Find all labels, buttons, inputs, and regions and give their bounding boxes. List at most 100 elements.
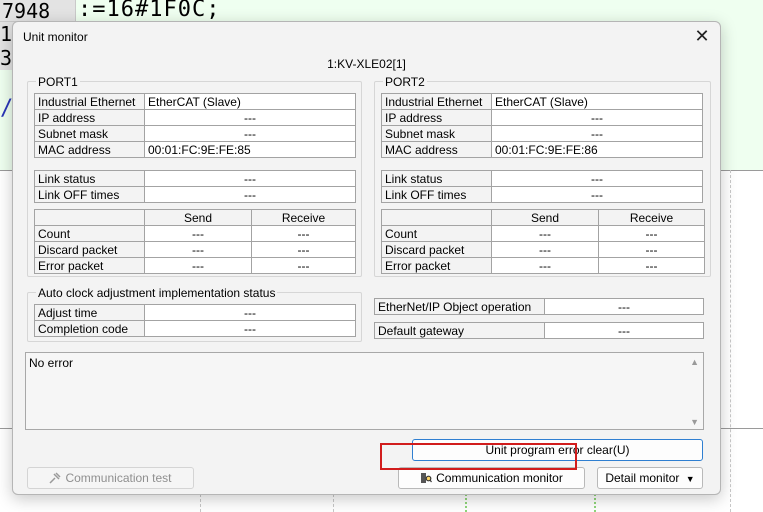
stats-label: Discard packet [34, 241, 145, 258]
line-number-cell: 7948 [0, 0, 76, 22]
highlight-box [380, 443, 577, 470]
default-gateway-label: Default gateway [374, 322, 545, 339]
row-value: --- [144, 170, 356, 187]
row-value: 00:01:FC:9E:FE:85 [144, 141, 356, 158]
port2-stats-table: Send Receive Count --- --- Discard packet --… [381, 209, 705, 274]
table-row: MAC address 00:01:FC:9E:FE:85 [34, 141, 356, 158]
table-row: Industrial Ethernet EtherCAT (Slave) [34, 93, 356, 110]
unit-monitor-dialog: Unit monitor ✕ 1:KV-XLE02[1] PORT1 Indus… [12, 21, 721, 495]
row-value: --- [491, 109, 703, 126]
row-label: Subnet mask [34, 125, 145, 142]
port2-stats-rows: Count --- --- Discard packet --- --- Error pac… [381, 225, 705, 274]
stats-send: --- [491, 225, 599, 242]
stats-receive: --- [598, 225, 705, 242]
table-row: Industrial Ethernet EtherCAT (Slave) [381, 93, 703, 110]
table-row: Discard packet --- --- [34, 241, 356, 258]
table-row: Count --- --- [34, 225, 356, 242]
table-row: Error packet --- --- [34, 257, 356, 274]
row-label: IP address [381, 109, 492, 126]
port1-stats-table: Send Receive Count --- --- Discard packet --… [34, 209, 356, 274]
stats-send: --- [491, 241, 599, 258]
port2-link-table: Link status --- Link OFF times --- [381, 170, 703, 203]
row-value: 00:01:FC:9E:FE:86 [491, 141, 703, 158]
stats-receive: --- [598, 241, 705, 258]
communication-test-icon [49, 470, 61, 484]
communication-test-button[interactable]: Communication test [27, 467, 194, 489]
dialog-title: Unit monitor [23, 30, 88, 44]
row-label: Link status [34, 170, 145, 187]
stats-send: --- [144, 241, 252, 258]
port2-info-rows: Industrial Ethernet EtherCAT (Slave) IP ad… [381, 93, 703, 158]
ethernet-ip-label: EtherNet/IP Object operation [374, 298, 545, 315]
table-row: IP address --- [34, 109, 356, 126]
row-value: --- [144, 304, 356, 321]
stats-header-send: Send [144, 209, 252, 226]
code-line: :=16#1F0C; [78, 0, 221, 22]
auto-clock-rows: Adjust time --- Completion code --- [34, 304, 356, 337]
port2-link-rows: Link status --- Link OFF times --- [381, 170, 703, 203]
row-label: Industrial Ethernet [381, 93, 492, 110]
table-row: Count --- --- [381, 225, 705, 242]
stats-header-receive: Receive [251, 209, 356, 226]
scroll-up-icon[interactable]: ▲ [690, 357, 699, 367]
stats-send: --- [144, 257, 252, 274]
stats-header-receive: Receive [598, 209, 705, 226]
row-value: --- [491, 170, 703, 187]
row-label: MAC address [381, 141, 492, 158]
title-bar[interactable]: Unit monitor ✕ [13, 22, 720, 52]
row-label: Completion code [34, 320, 145, 337]
table-row: Link OFF times --- [381, 186, 703, 203]
row-value: --- [144, 186, 356, 203]
table-row: Link status --- [381, 170, 703, 187]
port1-link-table: Link status --- Link OFF times --- [34, 170, 356, 203]
port1-title: PORT1 [36, 75, 80, 89]
stats-label: Error packet [34, 257, 145, 274]
grid-line [730, 170, 731, 512]
close-button[interactable]: ✕ [690, 26, 714, 48]
port1-group: PORT1 Industrial Ethernet EtherCAT (Slave… [27, 75, 362, 277]
table-row: IP address --- [381, 109, 703, 126]
stats-header-blank [34, 209, 145, 226]
stats-send: --- [144, 225, 252, 242]
communication-monitor-button[interactable]: Communication monitor [398, 467, 585, 489]
stats-header-send: Send [491, 209, 599, 226]
row-label: IP address [34, 109, 145, 126]
port1-stats-rows: Count --- --- Discard packet --- --- Error pac… [34, 225, 356, 274]
detail-monitor-label: Detail monitor [605, 471, 680, 485]
row-value: --- [491, 125, 703, 142]
row-label: Subnet mask [381, 125, 492, 142]
row-label: Adjust time [34, 304, 145, 321]
stats-receive: --- [251, 257, 356, 274]
auto-clock-group: Auto clock adjustment implementation sta… [27, 286, 362, 342]
stats-label: Count [34, 225, 145, 242]
row-label: Link OFF times [34, 186, 145, 203]
table-row: Adjust time --- [34, 304, 356, 321]
port2-info-table: Industrial Ethernet EtherCAT (Slave) IP ad… [381, 93, 703, 158]
stats-send: --- [491, 257, 599, 274]
scroll-down-icon[interactable]: ▼ [690, 417, 699, 427]
row-value: --- [144, 125, 356, 142]
row-value: --- [144, 109, 356, 126]
auto-clock-table: Adjust time --- Completion code --- [34, 304, 356, 337]
table-row: Subnet mask --- [381, 125, 703, 142]
table-row: MAC address 00:01:FC:9E:FE:86 [381, 141, 703, 158]
stats-label: Discard packet [381, 241, 492, 258]
auto-clock-title: Auto clock adjustment implementation sta… [36, 286, 278, 300]
row-label: Industrial Ethernet [34, 93, 145, 110]
table-row: Completion code --- [34, 320, 356, 337]
table-row: Link OFF times --- [34, 186, 356, 203]
message-textarea[interactable]: No error ▲ ▼ [25, 352, 704, 430]
table-row: Error packet --- --- [381, 257, 705, 274]
row-value: --- [491, 186, 703, 203]
default-gateway-value: --- [544, 322, 704, 339]
port1-info-rows: Industrial Ethernet EtherCAT (Slave) IP ad… [34, 93, 356, 158]
row-label: Link status [381, 170, 492, 187]
row-value: EtherCAT (Slave) [144, 93, 356, 110]
port2-group: PORT2 Industrial Ethernet EtherCAT (Slave… [374, 75, 711, 277]
table-row: Discard packet --- --- [381, 241, 705, 258]
detail-monitor-button[interactable]: Detail monitor ▼ [597, 467, 703, 489]
dropdown-arrow-icon: ▼ [685, 474, 695, 484]
stats-receive: --- [598, 257, 705, 274]
default-gateway-table: Default gateway --- [374, 322, 704, 339]
row-value: --- [144, 320, 356, 337]
